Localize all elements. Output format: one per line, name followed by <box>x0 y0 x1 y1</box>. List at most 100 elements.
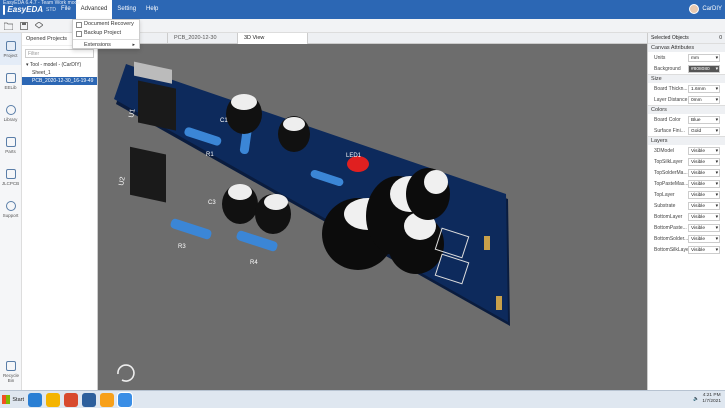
speaker-icon[interactable]: 🔈 <box>693 397 699 402</box>
menu-item-backup-project[interactable]: Backup Project <box>73 29 139 38</box>
property-value-select[interactable]: Visible ▾ <box>688 146 720 155</box>
section-header[interactable]: Colors <box>648 105 725 114</box>
svg-text:R3: R3 <box>178 244 186 250</box>
property-value: Visible <box>691 225 706 231</box>
user-menu[interactable]: CarDIY <box>689 4 722 14</box>
filter-input[interactable]: Filter <box>25 49 94 58</box>
rail-label: Parts <box>5 148 16 154</box>
clock[interactable]: 4:21 PM 1/7/2021 <box>702 393 721 405</box>
silk-label-u2: U2 <box>118 176 127 186</box>
property-value-select[interactable]: Gold ▾ <box>688 126 720 135</box>
tab-3d-view[interactable]: 3D View <box>238 33 308 44</box>
svg-text:C3: C3 <box>208 200 216 206</box>
easyeda-logo-icon <box>3 4 6 15</box>
rail-label: EELib <box>4 84 17 90</box>
properties-panel: Selected Objects 0 Canvas Attributes Unit… <box>647 33 725 390</box>
chevron-down-icon: ▾ <box>715 66 718 72</box>
rail-item-library[interactable]: Library <box>0 97 21 129</box>
tab-pcb[interactable]: PCB_2020-12-30 <box>168 33 238 44</box>
rail-item-eelib[interactable]: EELib <box>0 65 21 97</box>
gold-pad-2 <box>496 296 502 310</box>
rail-label: Support <box>2 212 19 218</box>
parts-icon <box>5 136 16 147</box>
property-value-select[interactable]: 1.6mm ▾ <box>688 84 720 93</box>
property-row: Layer Distance 0mm ▾ <box>648 94 725 105</box>
menu-advanced[interactable]: Advanced <box>75 0 113 19</box>
property-label: Layer Distance <box>654 96 688 103</box>
menu-help[interactable]: Help <box>141 0 163 19</box>
capacitor-large-4 <box>406 168 450 220</box>
firefox-icon[interactable] <box>64 392 78 407</box>
support-icon <box>5 200 16 211</box>
property-row: TopSolderMa... Visible ▾ <box>648 167 725 178</box>
document-recovery-icon <box>76 21 82 28</box>
property-row: Board Thickn... 1.6mm ▾ <box>648 83 725 94</box>
rail-item-parts[interactable]: Parts <box>0 129 21 161</box>
property-label: BottomLayer <box>654 213 683 220</box>
property-value: Visible <box>691 170 706 176</box>
tree-item-sheet[interactable]: Sheet_1 <box>22 69 97 77</box>
chevron-down-icon: ▾ <box>26 62 29 68</box>
rotate-view-icon[interactable] <box>117 364 135 382</box>
resistor-r4: R4 <box>236 230 278 266</box>
tree-item-project[interactable]: ▾ Tool - model - (CarDIY) <box>22 61 97 69</box>
property-value-select[interactable]: Blue ▾ <box>688 115 720 124</box>
property-value-select[interactable]: Visible ▾ <box>688 223 720 232</box>
left-nav-rail: Project EELib Library Parts JLCPCB Suppo… <box>0 33 22 390</box>
rail-label: Library <box>3 116 18 122</box>
section-header[interactable]: Canvas Attributes <box>648 43 725 52</box>
section-header[interactable]: Size <box>648 74 725 83</box>
property-value-select[interactable]: #808080 ▾ <box>688 64 720 73</box>
property-row: Board Color Blue ▾ <box>648 114 725 125</box>
windows-taskbar: Start 🔈 4:21 PM 1/7/2021 <box>0 390 725 408</box>
property-label: Surface Fini... <box>654 127 685 134</box>
3d-view-canvas[interactable]: U1 U2 R1 R2 R3 R4 <box>98 44 647 390</box>
rail-item-support[interactable]: Support <box>0 193 21 225</box>
export-icon[interactable] <box>34 21 43 30</box>
tree-item-pcb[interactable]: PCB_2020-12-30_16-19-49 <box>22 77 97 85</box>
rail-item-recycle-bin[interactable]: Recycle Bin <box>0 356 22 388</box>
property-label: Background <box>654 65 681 72</box>
property-row: Surface Fini... Gold ▾ <box>648 125 725 136</box>
rail-item-project[interactable]: Project <box>0 33 21 65</box>
chevron-down-icon: ▾ <box>715 225 718 231</box>
save-icon[interactable] <box>19 21 28 30</box>
rail-item-jlcpcb[interactable]: JLCPCB <box>0 161 21 193</box>
property-label: Units <box>654 54 666 61</box>
open-folder-icon[interactable] <box>4 21 13 30</box>
property-value-select[interactable]: Visible ▾ <box>688 179 720 188</box>
menu-item-label: Backup Project <box>84 30 121 36</box>
menu-setting[interactable]: Setting <box>112 0 141 19</box>
property-value-select[interactable]: Visible ▾ <box>688 190 720 199</box>
svg-text:LED1: LED1 <box>346 153 362 159</box>
property-row: Units mm ▾ <box>648 52 725 63</box>
property-value-select[interactable]: Visible ▾ <box>688 157 720 166</box>
user-name: CarDIY <box>702 6 722 12</box>
selected-objects-label: Selected Objects <box>651 35 689 41</box>
chevron-down-icon: ▾ <box>715 159 718 165</box>
property-value-select[interactable]: Visible ▾ <box>688 245 720 254</box>
property-value-select[interactable]: 0mm ▾ <box>688 95 720 104</box>
property-value-select[interactable]: Visible ▾ <box>688 234 720 243</box>
property-value-select[interactable]: mm ▾ <box>688 53 720 62</box>
media-player-icon[interactable] <box>82 392 96 407</box>
menu-item-extensions[interactable]: Extensions ▸ <box>73 41 139 50</box>
menu-item-document-recovery[interactable]: Document Recovery <box>73 20 139 29</box>
windows-logo-icon <box>2 395 11 404</box>
section-header[interactable]: Layers <box>648 136 725 145</box>
chevron-down-icon: ▾ <box>715 97 718 103</box>
silk-label-u1: U1 <box>128 108 137 118</box>
property-value-select[interactable]: Visible ▾ <box>688 168 720 177</box>
start-button[interactable]: Start <box>0 395 24 404</box>
file-explorer-icon[interactable] <box>46 392 60 407</box>
property-value: Visible <box>691 192 706 198</box>
folder-taskbar-icon[interactable] <box>100 392 114 407</box>
property-value-select[interactable]: Visible ▾ <box>688 212 720 221</box>
property-value: Visible <box>691 203 706 209</box>
property-label: Substrate <box>654 202 676 209</box>
recycle-bin-icon <box>6 361 16 371</box>
logo-subtext: STD <box>46 6 56 13</box>
property-value-select[interactable]: Visible ▾ <box>688 201 720 210</box>
easyeda-taskbar-icon[interactable] <box>117 391 133 408</box>
edge-icon[interactable] <box>28 392 42 407</box>
